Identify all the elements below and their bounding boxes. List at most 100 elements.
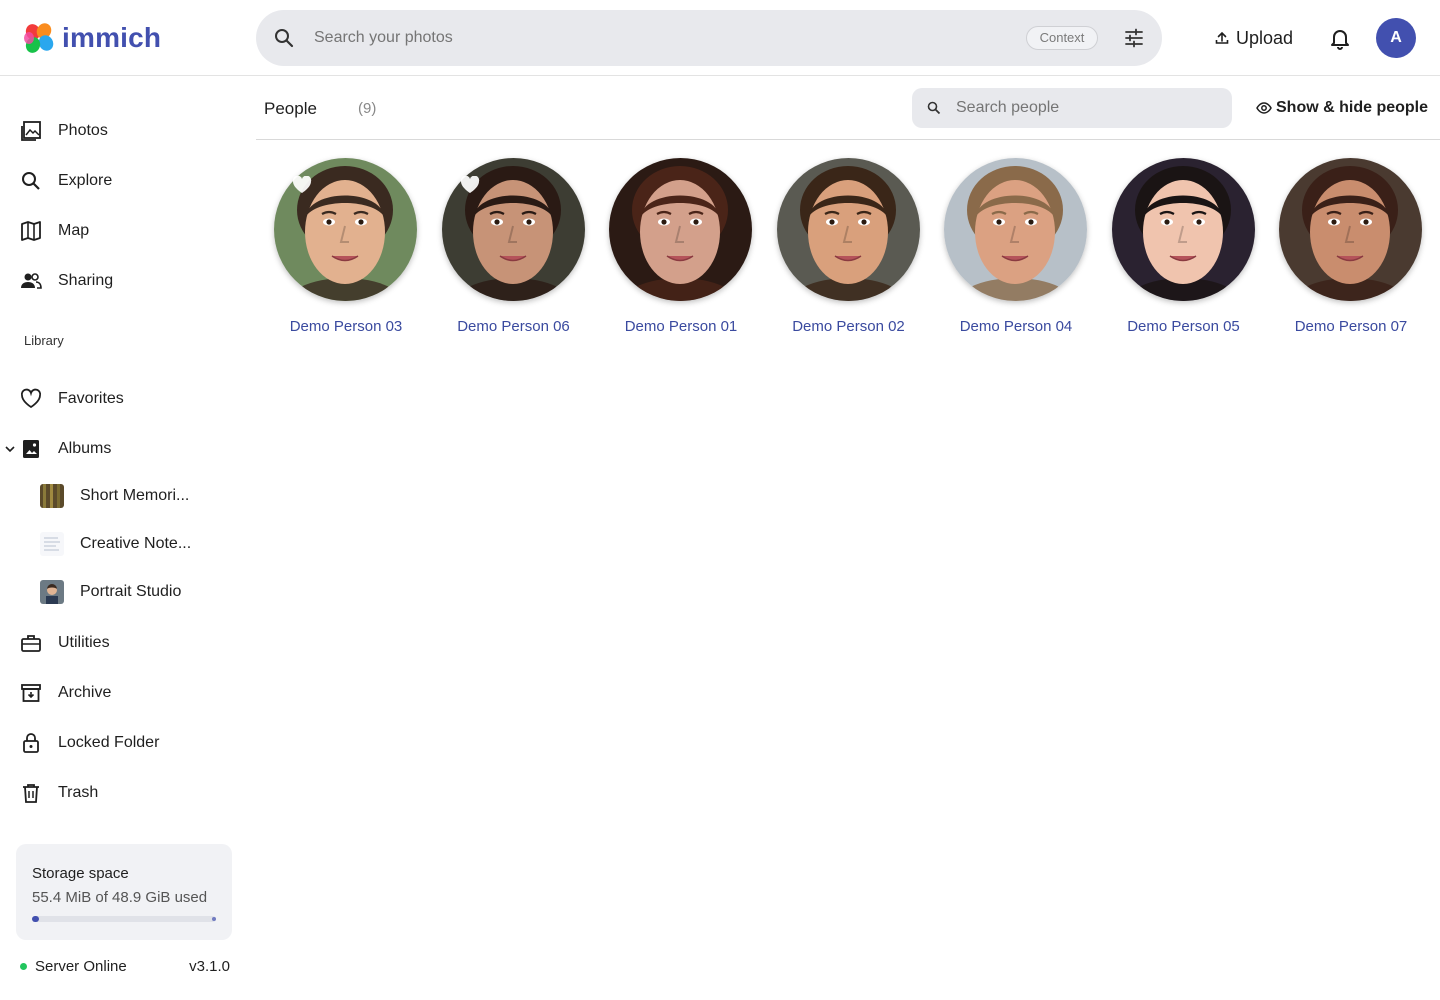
album-item-portrait-studio[interactable]: Portrait Studio: [0, 572, 248, 612]
face-image: [776, 158, 920, 301]
face-image: [609, 158, 752, 301]
album-thumbnail: [40, 484, 64, 508]
photo-search-input[interactable]: [314, 10, 1014, 66]
album-icon: [23, 440, 39, 458]
heart-icon: [20, 388, 42, 409]
person-thumbnail[interactable]: [1279, 158, 1422, 301]
person-name[interactable]: Demo Person 06: [424, 318, 604, 335]
storage-title: Storage space: [32, 865, 129, 882]
face-image: [1111, 158, 1255, 301]
person-thumbnail[interactable]: [609, 158, 752, 301]
people-icon: [21, 273, 42, 289]
person-name[interactable]: Demo Person 04: [926, 318, 1106, 335]
sidebar-item-label: Map: [58, 222, 90, 239]
person-card[interactable]: Demo Person 04: [926, 148, 1094, 348]
archive-icon: [21, 684, 41, 702]
people-search-input[interactable]: [956, 88, 1216, 128]
person-name[interactable]: Demo Person 05: [1094, 318, 1274, 335]
show-hide-people-button[interactable]: Show & hide people: [1256, 99, 1428, 117]
sidebar-item-label: Trash: [58, 784, 99, 801]
face-image: [1279, 158, 1422, 301]
person-name[interactable]: Demo Person 07: [1261, 318, 1440, 335]
person-thumbnail[interactable]: [944, 158, 1087, 301]
person-thumbnail[interactable]: [776, 158, 920, 301]
album-thumbnail: [40, 532, 64, 556]
show-hide-label: Show & hide people: [1276, 99, 1429, 116]
person-name[interactable]: Demo Person 01: [591, 318, 771, 335]
search-icon: [927, 101, 941, 115]
people-search-bar[interactable]: [912, 88, 1232, 128]
album-label: Short Memori...: [80, 487, 190, 504]
storage-progress-bar: [32, 916, 216, 922]
sidebar-item-utilities[interactable]: Utilities: [0, 621, 248, 665]
person-name[interactable]: Demo Person 02: [759, 318, 939, 335]
chevron-down-icon[interactable]: [4, 443, 16, 455]
sidebar-item-albums[interactable]: Albums: [0, 427, 248, 471]
sidebar-item-label: Explore: [58, 172, 113, 189]
user-avatar[interactable]: A: [1376, 18, 1416, 58]
sidebar-item-label: Locked Folder: [58, 734, 160, 751]
storage-progress-end: [212, 917, 216, 921]
sidebar: Photos Explore Map Sharing Library Favor…: [0, 77, 248, 1000]
toolbox-icon: [21, 635, 41, 652]
sidebar-item-archive[interactable]: Archive: [0, 671, 248, 715]
person-card[interactable]: Demo Person 01: [591, 148, 759, 348]
app-name: immich: [62, 22, 162, 53]
sidebar-item-label: Utilities: [58, 634, 110, 651]
app-logo[interactable]: immich: [20, 20, 161, 56]
server-version[interactable]: v3.1.0: [189, 958, 230, 975]
album-label: Creative Note...: [80, 535, 192, 552]
storage-progress-fill: [32, 916, 40, 922]
sidebar-item-trash[interactable]: Trash: [0, 771, 248, 815]
sidebar-item-label: Sharing: [58, 272, 114, 289]
map-icon: [21, 221, 41, 241]
page-title: People: [264, 99, 317, 118]
face-image: [944, 158, 1087, 301]
person-card[interactable]: Demo Person 03: [256, 148, 424, 348]
photo-search-bar[interactable]: Context: [256, 10, 1162, 66]
sidebar-item-label: Archive: [58, 684, 112, 701]
people-header: People (9) Show & hide people: [256, 77, 1440, 140]
person-card[interactable]: Demo Person 07: [1261, 148, 1429, 348]
sidebar-item-explore[interactable]: Explore: [0, 159, 248, 203]
upload-label: Upload: [1236, 27, 1294, 48]
storage-usage: 55.4 MiB of 48.9 GiB used: [32, 889, 208, 906]
storage-card: Storage space 55.4 MiB of 48.9 GiB used: [16, 844, 232, 940]
search-filters-icon[interactable]: [1122, 26, 1146, 50]
album-item-creative-notes[interactable]: Creative Note...: [0, 524, 248, 564]
upload-button[interactable]: Upload: [1206, 20, 1301, 56]
top-bar: immich Context Upload A: [0, 0, 1440, 76]
library-section-label: Library: [24, 333, 64, 348]
sidebar-item-map[interactable]: Map: [0, 209, 248, 253]
person-card[interactable]: Demo Person 02: [759, 148, 927, 348]
album-item-short-memories[interactable]: Short Memori...: [0, 476, 248, 516]
person-card[interactable]: Demo Person 06: [424, 148, 592, 348]
immich-logo-icon: [24, 23, 54, 53]
trash-icon: [23, 784, 39, 803]
eye-icon: [1256, 102, 1272, 114]
notifications-bell-icon[interactable]: [1326, 24, 1354, 52]
person-name[interactable]: Demo Person 03: [256, 318, 436, 335]
server-status: Server Online v3.1.0: [20, 957, 230, 977]
sidebar-item-favorites[interactable]: Favorites: [0, 377, 248, 421]
person-thumbnail[interactable]: [1111, 158, 1255, 301]
sidebar-item-label: Photos: [58, 122, 108, 139]
favorite-heart-icon: [292, 176, 312, 193]
favorite-heart-icon: [460, 176, 479, 193]
search-icon[interactable]: [272, 26, 296, 50]
people-grid: Demo Person 03 Demo Person 06 Demo Person …: [256, 148, 1440, 368]
sidebar-item-label: Albums: [58, 440, 112, 457]
upload-icon: [1215, 31, 1229, 44]
album-thumbnail: [40, 580, 64, 604]
sidebar-item-photos[interactable]: Photos: [0, 109, 248, 153]
search-icon: [22, 172, 40, 190]
server-status-text: Server Online: [35, 958, 127, 975]
people-count: (9): [358, 100, 377, 117]
lock-icon: [23, 733, 39, 753]
sidebar-item-sharing[interactable]: Sharing: [0, 259, 248, 303]
context-search-toggle[interactable]: Context: [1026, 26, 1098, 50]
sidebar-item-locked-folder[interactable]: Locked Folder: [0, 721, 248, 765]
server-online-indicator: [20, 963, 27, 970]
person-card[interactable]: Demo Person 05: [1094, 148, 1262, 348]
sidebar-item-label: Favorites: [58, 390, 124, 407]
